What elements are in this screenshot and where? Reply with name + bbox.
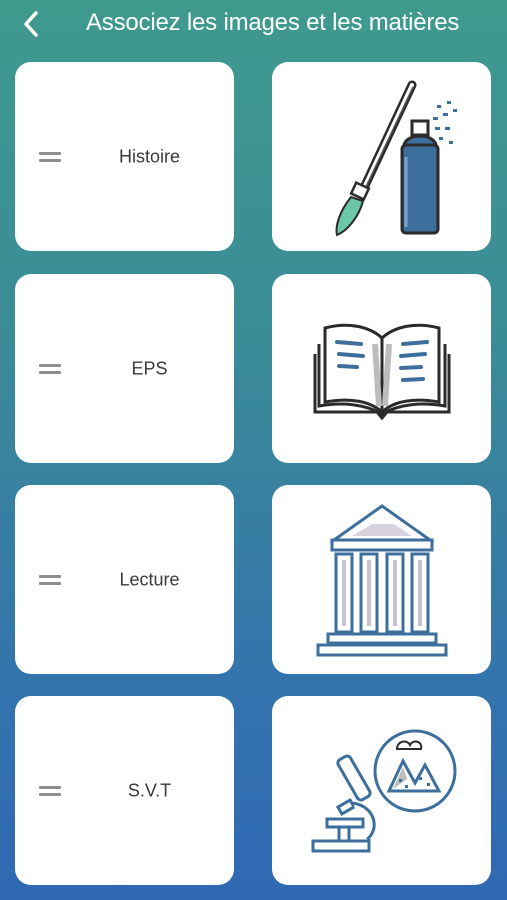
word-card-histoire[interactable]: Histoire <box>15 62 234 251</box>
word-card-lecture[interactable]: Lecture <box>15 485 234 674</box>
drag-handle-icon[interactable] <box>39 150 61 164</box>
chevron-left-icon <box>24 11 38 37</box>
word-card-eps[interactable]: EPS <box>15 274 234 463</box>
word-card-svt[interactable]: S.V.T <box>15 696 234 885</box>
word-label: EPS <box>131 358 168 378</box>
image-card-reading <box>272 274 491 463</box>
top-bar: Associez les images et les matières <box>0 0 507 52</box>
open-book-icon <box>313 323 450 420</box>
drag-handle-icon[interactable] <box>39 362 61 376</box>
word-label: S.V.T <box>127 780 172 800</box>
microscope-mountains-icon <box>311 729 456 852</box>
page-title: Associez les images et les matières <box>86 9 460 36</box>
image-card-science <box>272 696 491 885</box>
back-button[interactable] <box>14 6 50 42</box>
drag-handle-icon[interactable] <box>39 784 61 798</box>
greek-temple-icon <box>316 503 447 656</box>
image-card-art <box>272 62 491 251</box>
word-label: Histoire <box>118 146 180 166</box>
image-card-history <box>272 485 491 674</box>
paintbrush-spray-icon <box>335 80 457 236</box>
word-label: Lecture <box>119 569 180 589</box>
drag-handle-icon[interactable] <box>39 573 61 587</box>
